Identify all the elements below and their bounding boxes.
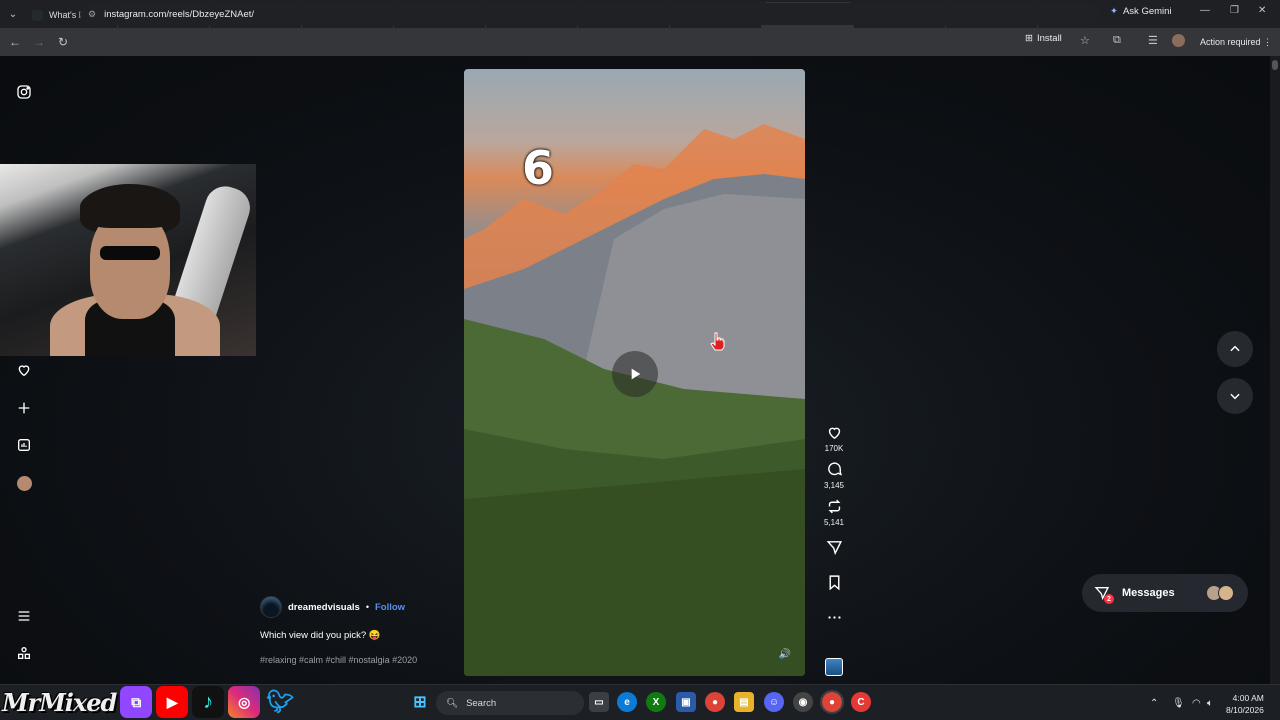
obs-icon[interactable]: ◉ (793, 692, 813, 712)
save-button[interactable] (826, 574, 843, 591)
clock-date: 8/10/2026 (1226, 705, 1264, 715)
comment-icon (827, 462, 842, 476)
author-username[interactable]: dreamedvisuals (288, 602, 360, 613)
chevron-up-icon (1230, 345, 1240, 352)
site-info-icon[interactable]: ⚙ (88, 9, 96, 20)
twitter-icon: 🐦︎ (266, 689, 295, 714)
task-view-icon[interactable]: ▭ (589, 692, 609, 712)
messages-button[interactable]: 2 Messages (1082, 574, 1248, 612)
reel-video[interactable]: 6 🔊 (464, 69, 805, 676)
reel-actions: 170K 3,145 5,141 (818, 424, 850, 634)
play-button[interactable] (612, 351, 658, 397)
github-icon (32, 9, 43, 21)
author-avatar[interactable] (260, 596, 282, 618)
install-label: Install (1036, 33, 1062, 44)
separator-dot: • (365, 602, 369, 612)
more-options-button[interactable] (826, 609, 843, 626)
messages-badge: 2 (1104, 594, 1114, 604)
twitch-icon: ⧉ (120, 686, 153, 718)
tiktok-icon: ♪ (192, 686, 225, 718)
ellipsis-icon (827, 616, 841, 619)
taskbar-search-label: Search (466, 697, 497, 709)
reel-caption: dreamedvisuals • Follow Which view did y… (260, 596, 460, 665)
play-icon (631, 368, 641, 380)
rank-number-overlay: 6 (522, 141, 555, 195)
stream-brand-overlay: MrMixed ⧉ ▶ ♪ ◎ 🐦︎ (2, 684, 296, 720)
hashtags[interactable]: #relaxing #calm #chill #nostalgia #2020 (260, 655, 460, 665)
dashboard-icon[interactable] (14, 435, 34, 455)
ask-gemini-label: Ask Gemini (1122, 6, 1172, 17)
windows-start-icon[interactable]: ⊞ (410, 692, 430, 712)
webcam-overlay (0, 164, 256, 356)
comment-button[interactable]: 3,145 (824, 461, 844, 490)
gemini-icon: ✦ (1110, 6, 1118, 17)
chevron-down-icon (1230, 393, 1240, 400)
close-window-icon[interactable]: ✕ (1258, 5, 1266, 16)
action-required-button[interactable]: Action required ⋮ (1200, 37, 1272, 48)
restore-icon[interactable]: ❐ (1230, 5, 1239, 16)
action-required-label: Action required (1200, 37, 1261, 47)
url-text: instagram.com/reels/DbzeyeZNAet/ (104, 8, 255, 20)
extensions-icon[interactable]: ⧉ (1113, 34, 1121, 47)
reload-icon[interactable]: ↻ (51, 35, 75, 49)
bookmark-icon (829, 575, 839, 591)
install-button[interactable]: ⊞ Install (1025, 33, 1062, 44)
file-explorer-icon[interactable]: ▤ (734, 692, 754, 712)
more-menu-icon[interactable] (14, 606, 34, 626)
audio-toggle-icon[interactable]: 🔊 (779, 649, 791, 660)
wifi-icon[interactable]: ◠ (1192, 698, 1201, 709)
youtube-icon: ▶ (156, 686, 189, 718)
bookmark-star-icon[interactable]: ☆ (1080, 34, 1090, 47)
app-icon[interactable]: ▣ (676, 692, 696, 712)
share-icon (826, 541, 842, 556)
microphone-icon[interactable]: 🎙︎ (1172, 698, 1185, 709)
cursor-hand-icon (710, 332, 725, 351)
follow-button[interactable]: Follow (375, 602, 405, 613)
profile-avatar[interactable] (1172, 34, 1185, 47)
like-count: 170K (824, 444, 844, 453)
comment-count: 3,145 (823, 481, 845, 490)
notifications-heart-icon[interactable] (14, 360, 34, 380)
profile-avatar-icon[interactable] (14, 473, 34, 493)
volume-icon[interactable]: 🔈︎ (1207, 698, 1213, 709)
chrome-icon[interactable]: ● (705, 692, 725, 712)
tab-search-icon[interactable]: ⌄ (0, 0, 26, 28)
ask-gemini-button[interactable]: ✦ Ask Gemini (1110, 6, 1172, 17)
search-icon: 🔍︎ (446, 697, 459, 709)
install-icon: ⊞ (1025, 33, 1033, 44)
edge-icon[interactable]: e (617, 692, 637, 712)
reading-list-icon[interactable]: ☰ (1148, 34, 1158, 47)
tray-chevron-icon[interactable]: ⌃ (1150, 698, 1158, 709)
scrollbar[interactable] (1270, 56, 1280, 684)
brand-logo-text: MrMixed (2, 687, 117, 717)
casterlabs-taskbar-icon[interactable]: C (851, 692, 871, 712)
also-from-meta-icon[interactable] (14, 643, 34, 663)
repost-count: 5,141 (823, 518, 845, 527)
xbox-icon[interactable]: X (646, 692, 666, 712)
previous-reel-button[interactable] (1217, 331, 1253, 367)
repost-button[interactable]: 5,141 (824, 498, 844, 527)
address-bar[interactable]: ⚙ instagram.com/reels/DbzeyeZNAet/ (80, 3, 1100, 25)
next-reel-button[interactable] (1217, 378, 1253, 414)
audio-track-thumbnail[interactable] (825, 658, 843, 676)
taskbar-search[interactable]: 🔍︎ Search (436, 691, 584, 715)
repost-icon (828, 499, 840, 514)
chrome-active-icon[interactable]: ● (820, 690, 844, 714)
system-clock[interactable]: 4:00 AM 8/10/2026 (1226, 692, 1264, 716)
messages-label: Messages (1122, 587, 1175, 599)
forward-icon[interactable]: → (27, 35, 51, 49)
heart-icon (828, 427, 840, 440)
instagram-icon: ◎ (228, 686, 261, 718)
share-button[interactable] (826, 539, 843, 556)
create-plus-icon[interactable] (14, 398, 34, 418)
back-icon[interactable]: ← (3, 35, 27, 49)
instagram-logo-icon[interactable] (14, 82, 34, 102)
clock-time: 4:00 AM (1232, 693, 1264, 703)
minimize-icon[interactable]: — (1200, 5, 1210, 16)
message-avatars (1206, 585, 1234, 601)
discord-icon[interactable]: ☺ (764, 692, 784, 712)
caption-text: Which view did you pick? 😝 (260, 630, 381, 641)
like-button[interactable]: 170K (824, 424, 844, 453)
